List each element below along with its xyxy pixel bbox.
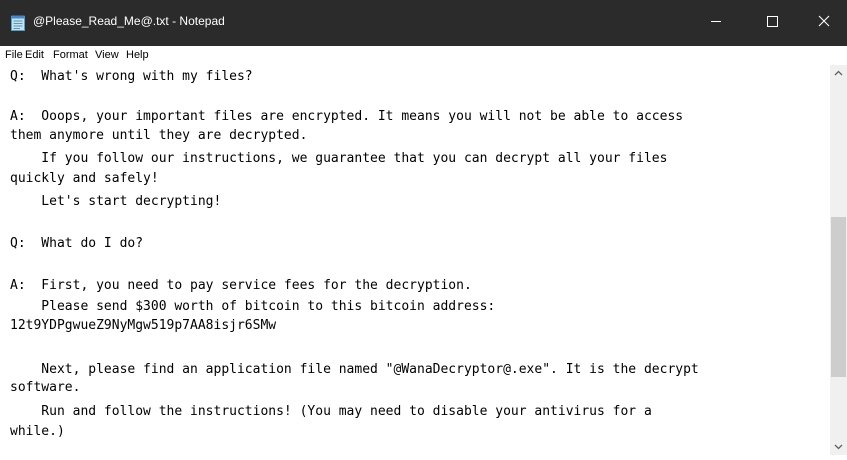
scroll-down-button[interactable]: [830, 438, 847, 455]
menu-edit[interactable]: Edit: [25, 49, 44, 61]
menu-view[interactable]: View: [95, 49, 119, 61]
notepad-icon: [11, 15, 25, 31]
text-line: software.: [10, 380, 81, 395]
close-icon: [818, 15, 830, 27]
text-line: Let's start decrypting!: [10, 194, 222, 209]
title-bar[interactable]: @Please_Read_Me@.txt - Notepad: [0, 0, 847, 46]
text-line: Run and follow the instructions! (You ma…: [10, 404, 652, 419]
maximize-button[interactable]: [749, 0, 795, 46]
text-line: Next, please find an application file na…: [10, 362, 699, 377]
chevron-up-icon: [834, 70, 843, 76]
scroll-up-button[interactable]: [830, 65, 847, 82]
scrollbar-thumb[interactable]: [831, 217, 846, 377]
minimize-icon: [711, 21, 721, 22]
text-line: Q: What's wrong with my files?: [10, 69, 253, 84]
menu-format[interactable]: Format: [53, 49, 88, 61]
text-line: 12t9YDPgwueZ9NyMgw519p7AA8isjr6SMw: [10, 318, 277, 333]
notepad-window: @Please_Read_Me@.txt - Notepad File Edit…: [0, 0, 847, 455]
menu-help[interactable]: Help: [126, 49, 149, 61]
text-line: Q: What do I do?: [10, 236, 144, 251]
text-line: Please send $300 worth of bitcoin to thi…: [10, 299, 496, 314]
menu-bar: File Edit Format View Help: [0, 46, 847, 65]
text-line: A: First, you need to pay service fees f…: [10, 278, 472, 293]
chevron-down-icon: [834, 444, 843, 450]
text-line: quickly and safely!: [10, 171, 159, 186]
text-line: while.): [10, 424, 65, 439]
text-line: A: Ooops, your important files are encry…: [10, 109, 684, 124]
text-editor[interactable]: Q: What's wrong with my files? A: Ooops,…: [0, 65, 830, 455]
minimize-button[interactable]: [693, 0, 739, 46]
vertical-scrollbar[interactable]: [830, 65, 847, 455]
text-line: them anymore until they are decrypted.: [10, 128, 308, 143]
text-line: If you follow our instructions, we guara…: [10, 151, 668, 166]
maximize-icon: [767, 16, 778, 27]
window-title: @Please_Read_Me@.txt - Notepad: [33, 14, 225, 28]
menu-file[interactable]: File: [5, 49, 23, 61]
close-button[interactable]: [801, 0, 847, 46]
